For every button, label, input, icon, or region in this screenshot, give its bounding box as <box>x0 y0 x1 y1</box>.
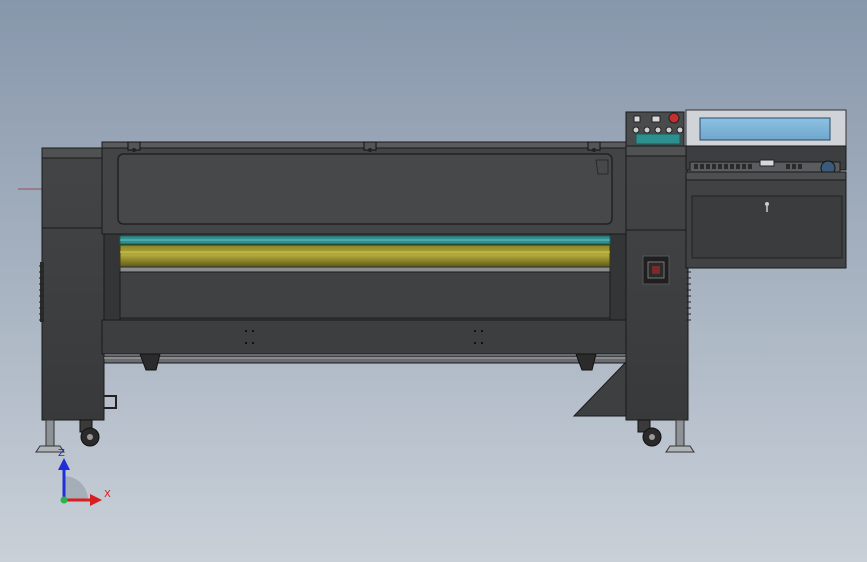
display-screen[interactable] <box>699 117 831 141</box>
emergency-stop-button[interactable] <box>668 112 680 124</box>
main-frame <box>101 141 627 355</box>
right-caster <box>637 419 662 447</box>
cad-viewport[interactable]: Z X <box>0 0 867 562</box>
coordinate-triad: Z X <box>58 448 111 506</box>
origin-dot <box>60 496 68 504</box>
model-canvas[interactable]: Z X <box>0 0 867 562</box>
left-tower <box>39 147 105 421</box>
control-panel[interactable] <box>625 111 685 147</box>
print-roller <box>119 244 611 268</box>
cover-window <box>117 153 613 225</box>
left-caster <box>79 419 100 447</box>
z-axis-label: Z <box>58 448 65 459</box>
left-bracket <box>104 395 117 409</box>
power-switch[interactable] <box>642 255 670 285</box>
take-up-rod <box>103 353 627 371</box>
x-axis-label: X <box>104 489 111 500</box>
right-leveling-foot <box>665 419 695 453</box>
control-cabinet <box>685 109 847 269</box>
